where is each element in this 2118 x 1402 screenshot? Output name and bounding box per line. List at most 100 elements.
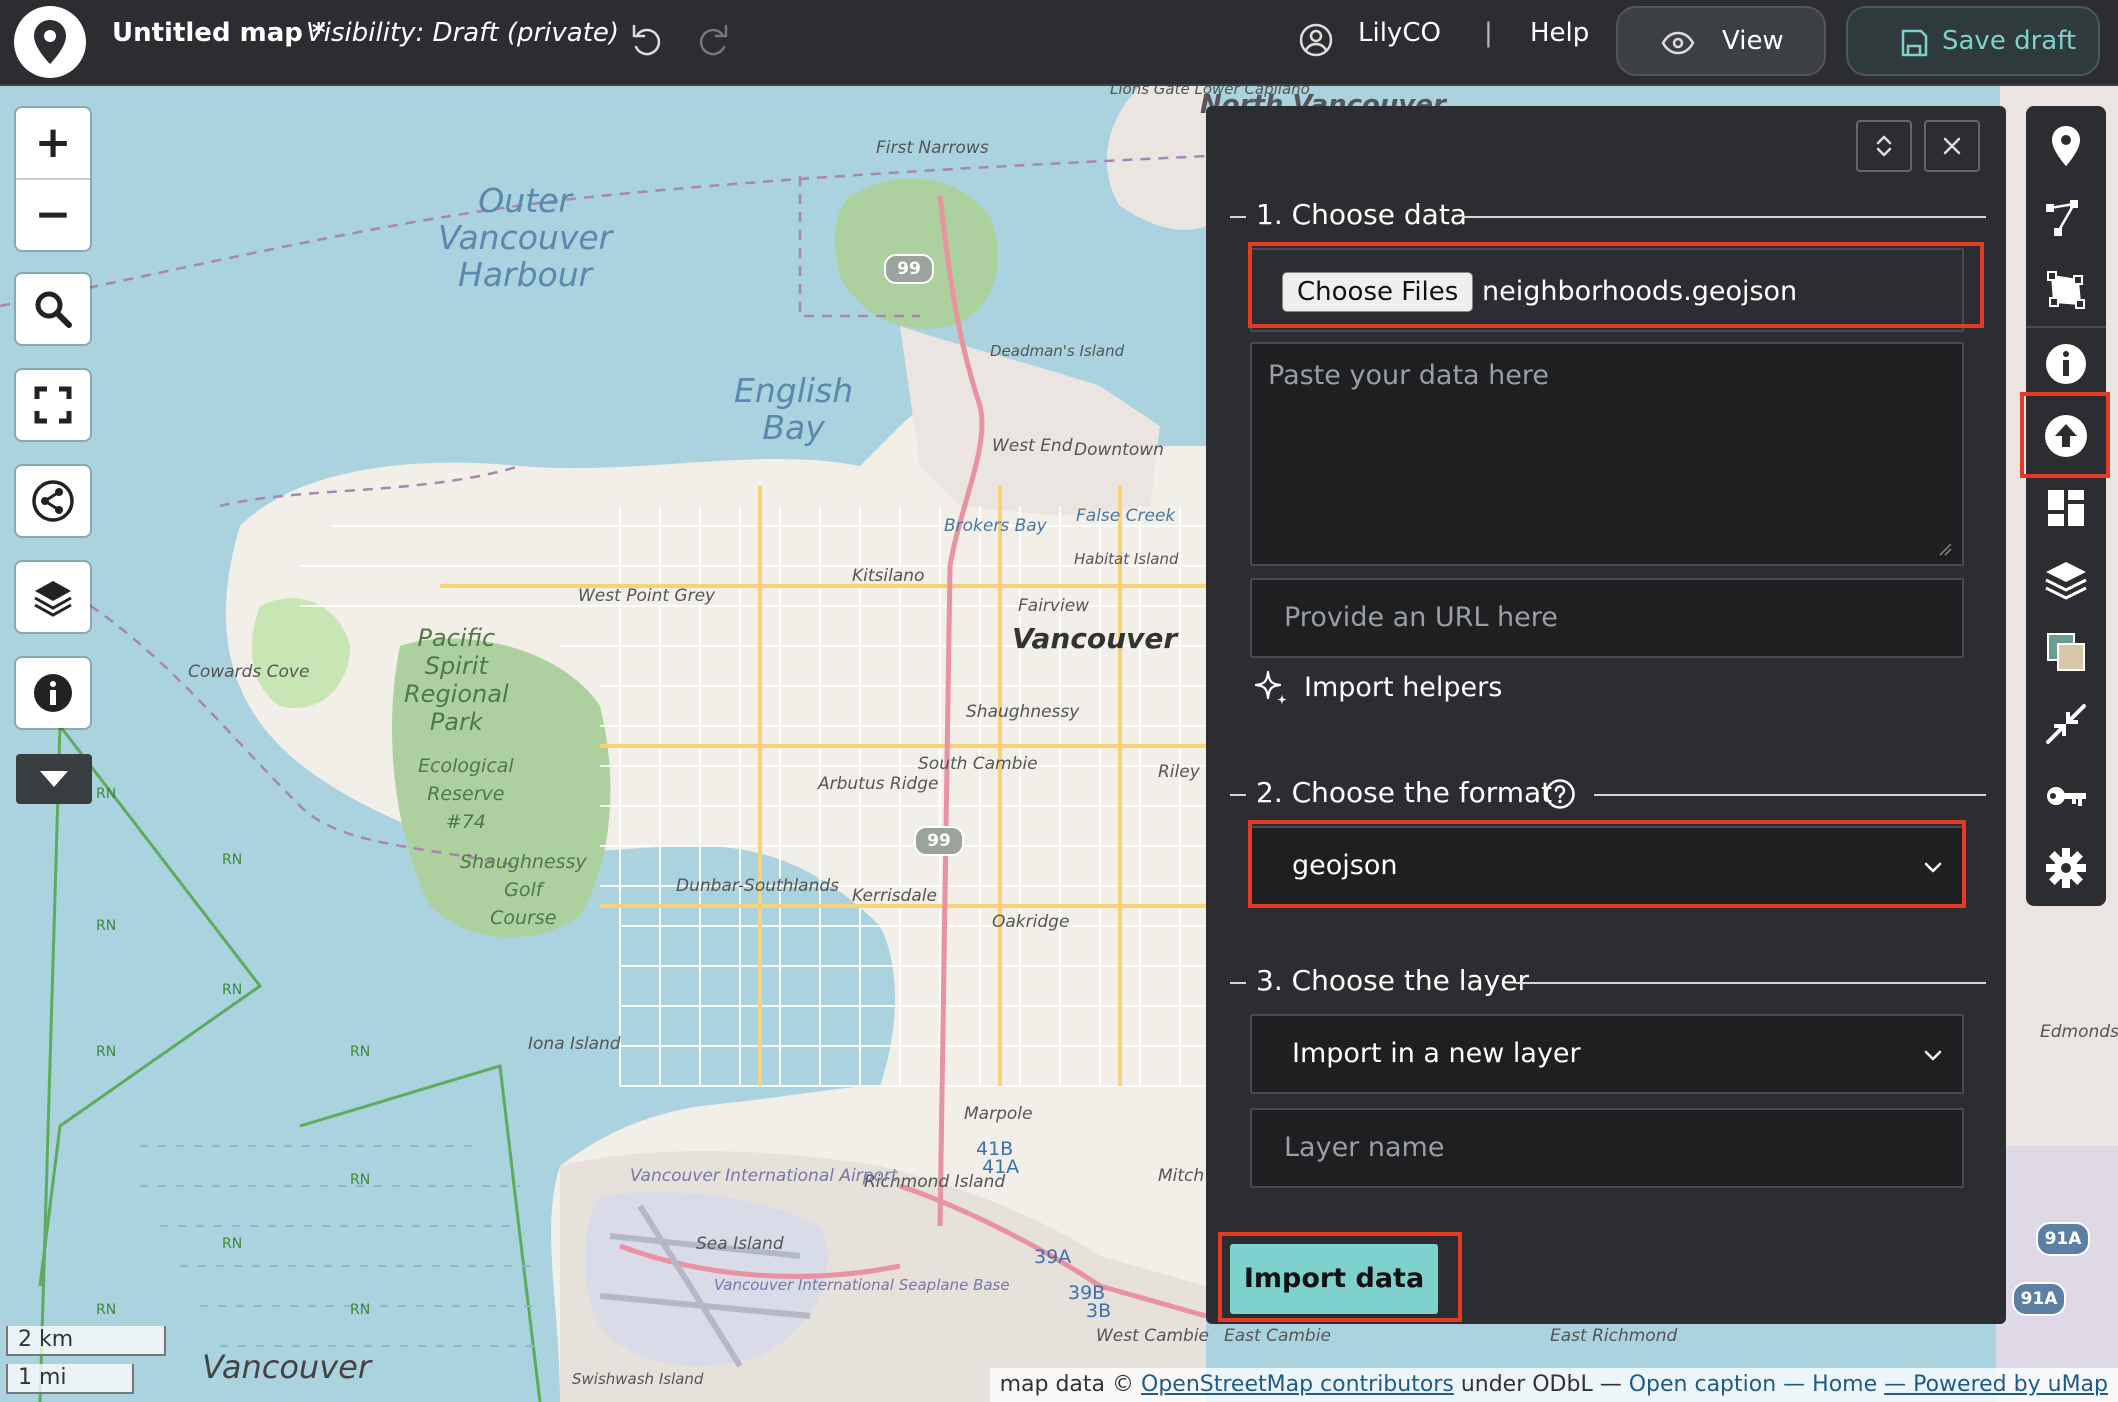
map-label-fairview: Fairview xyxy=(1018,596,1090,616)
view-label: View xyxy=(1722,26,1784,56)
search-button[interactable] xyxy=(16,274,90,344)
manage-layers-button[interactable] xyxy=(2026,544,2106,616)
map-label-west-point-grey: West Point Grey xyxy=(578,586,716,606)
map-title[interactable]: Untitled map * xyxy=(112,18,326,48)
gear-icon xyxy=(2046,848,2086,888)
save-draft-label: Save draft xyxy=(1942,26,2077,56)
map-label-rn: RN xyxy=(96,1302,117,1318)
map-label-rn: RN xyxy=(350,1172,371,1188)
share-button[interactable] xyxy=(16,466,90,536)
map-label-swishwash: Swishwash Island xyxy=(572,1370,704,1388)
expand-panel-button[interactable] xyxy=(1856,120,1912,172)
paste-data-placeholder: Paste your data here xyxy=(1268,360,1549,391)
map-label-airport: Vancouver International Airport xyxy=(630,1166,898,1186)
route-label-39a: 39A xyxy=(1034,1246,1072,1268)
chevron-down-icon xyxy=(1922,1044,1944,1066)
map-label-cowards-cove: Cowards Cove xyxy=(188,662,310,682)
info-icon xyxy=(2046,344,2086,384)
map-label-kerrisdale: Kerrisdale xyxy=(852,886,937,906)
draw-line-button[interactable] xyxy=(2026,182,2106,254)
map-label-riley: Riley xyxy=(1158,762,1200,782)
map-label-first-narrows: First Narrows xyxy=(876,138,989,158)
layer-name-placeholder: Layer name xyxy=(1284,1132,1445,1163)
fit-icon xyxy=(2046,704,2086,744)
section-choose-format: 2. Choose the format xyxy=(1230,774,1986,814)
view-button[interactable]: View xyxy=(1616,6,1826,76)
user-icon[interactable] xyxy=(1296,20,1336,60)
paste-data-textarea[interactable]: Paste your data here xyxy=(1250,342,1964,566)
close-panel-button[interactable] xyxy=(1924,120,1980,172)
zoom-out-button[interactable]: − xyxy=(16,180,90,250)
map-label-ecological-reserve: Ecological Reserve #74 xyxy=(418,755,514,833)
highway-shield-99-north: 99 xyxy=(884,254,934,284)
undo-icon[interactable] xyxy=(626,20,666,60)
layers-icon xyxy=(2045,562,2087,600)
section-choose-layer: 3. Choose the layer xyxy=(1230,962,1986,1002)
layout-icon xyxy=(2048,490,2084,526)
map-label-rn: RN xyxy=(96,786,117,802)
change-tilelayer-button[interactable] xyxy=(2026,616,2106,688)
info-button[interactable] xyxy=(16,658,90,728)
help-link[interactable]: Help xyxy=(1530,18,1589,48)
map-label-east-cambie: East Cambie xyxy=(1224,1326,1331,1346)
layout-button[interactable] xyxy=(2026,472,2106,544)
layer-select-value: Import in a new layer xyxy=(1292,1038,1581,1069)
visibility-status[interactable]: Visibility: Draft (private) xyxy=(306,18,619,48)
draw-marker-button[interactable] xyxy=(2026,110,2106,182)
open-caption-link[interactable]: Open caption xyxy=(1629,1372,1776,1397)
umap-logo-icon[interactable] xyxy=(14,6,86,78)
import-panel: 1. Choose data Choose Files neighborhood… xyxy=(1206,106,2006,1324)
layer-select[interactable]: Import in a new layer xyxy=(1250,1014,1964,1094)
map-settings-button[interactable] xyxy=(2026,832,2106,904)
save-icon xyxy=(1896,25,1932,61)
resize-handle-icon[interactable] xyxy=(1938,542,1952,556)
section-choose-layer-title: 3. Choose the layer xyxy=(1256,964,1529,997)
map-label-rn: RN xyxy=(96,918,117,934)
top-bar: Untitled map * Visibility: Draft (privat… xyxy=(0,0,2118,86)
powered-by-umap-link[interactable]: — Powered by uMap xyxy=(1884,1372,2108,1397)
permissions-button[interactable] xyxy=(2026,760,2106,832)
map-label-west-end: West End xyxy=(992,436,1073,456)
format-select[interactable]: geojson xyxy=(1250,826,1964,906)
map-label-brokers-bay: Brokers Bay xyxy=(944,516,1047,536)
zoom-in-icon: + xyxy=(34,117,72,168)
eye-icon xyxy=(1660,25,1696,61)
osm-contributors-link[interactable]: OpenStreetMap contributors xyxy=(1141,1372,1454,1397)
edit-toolbar xyxy=(2026,106,2106,906)
map-info-button[interactable] xyxy=(2026,328,2106,400)
map-label-lions-gate: Lions Gate Lower Capilano xyxy=(1110,86,1310,98)
fullscreen-button[interactable] xyxy=(16,370,90,440)
section-choose-data-title: 1. Choose data xyxy=(1256,198,1467,231)
share-icon xyxy=(32,480,74,522)
file-input[interactable]: Choose Files neighborhoods.geojson xyxy=(1250,248,1964,332)
map-label-dunbar: Dunbar-Southlands xyxy=(676,876,840,896)
more-controls-button[interactable] xyxy=(16,754,92,804)
choose-files-button[interactable]: Choose Files xyxy=(1282,272,1474,312)
import-helpers-label: Import helpers xyxy=(1304,672,1503,703)
import-data-button[interactable]: Import data xyxy=(1230,1244,1438,1314)
map-label-shaughnessy: Shaughnessy xyxy=(966,702,1080,722)
map-label-pacific-spirit: Pacific Spirit Regional Park xyxy=(404,624,509,736)
chevron-down-icon xyxy=(1922,856,1944,878)
draw-polygon-button[interactable] xyxy=(2026,254,2106,326)
home-link[interactable]: — Home xyxy=(1783,1372,1877,1397)
zoom-out-icon: − xyxy=(34,189,72,240)
map-background-icon xyxy=(2047,633,2085,671)
zoom-in-button[interactable]: + xyxy=(16,108,90,180)
layers-button[interactable] xyxy=(16,562,90,632)
map-label-false-creek: False Creek xyxy=(1076,506,1176,526)
zoom-control: + − xyxy=(16,108,90,250)
center-map-button[interactable] xyxy=(2026,688,2106,760)
search-icon xyxy=(35,291,72,328)
layer-name-input[interactable]: Layer name xyxy=(1250,1108,1964,1188)
import-data-toolbar-button[interactable] xyxy=(2026,400,2106,472)
help-icon[interactable] xyxy=(1544,778,1576,810)
user-name[interactable]: LilyCO xyxy=(1358,18,1441,48)
map-label-downtown: Downtown xyxy=(1074,440,1164,460)
redo-icon[interactable] xyxy=(694,20,734,60)
marker-icon xyxy=(2052,126,2080,166)
polygon-icon xyxy=(2047,271,2085,309)
highway-shield-91a-2: 91A xyxy=(2012,1282,2066,1316)
save-draft-button[interactable]: Save draft xyxy=(1846,6,2100,76)
url-input[interactable]: Provide an URL here xyxy=(1250,578,1964,658)
